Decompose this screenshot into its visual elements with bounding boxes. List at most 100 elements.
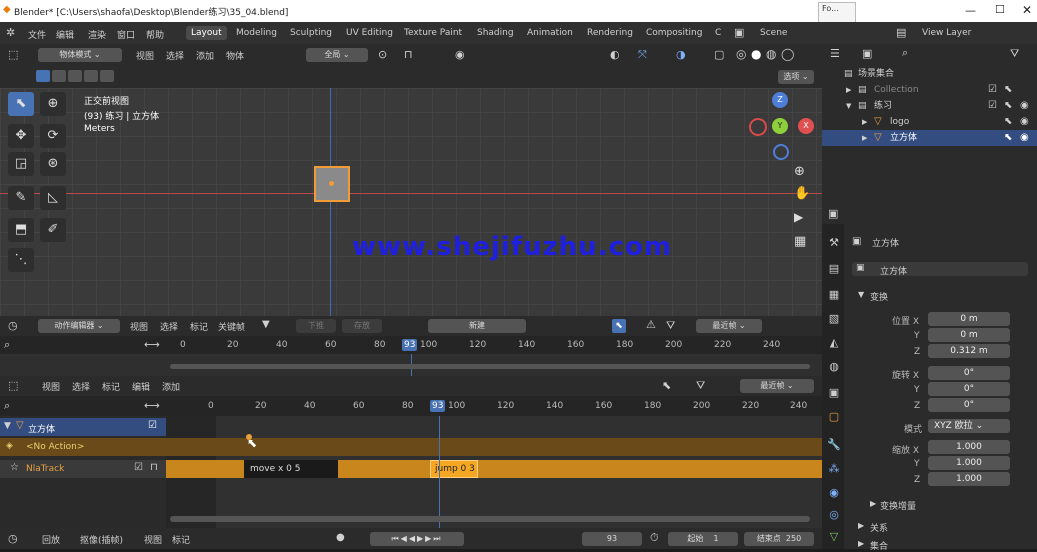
cube-expand-icon[interactable]: ▶ xyxy=(862,130,867,146)
nla-scrollbar[interactable] xyxy=(170,516,810,522)
camera-view-icon[interactable]: ▶ xyxy=(794,210,803,224)
modifier-tab-icon[interactable]: 🔧 xyxy=(826,438,842,454)
nla-search-icon[interactable]: ⌕ xyxy=(4,399,10,413)
output-tab-icon[interactable]: ▦ xyxy=(826,288,842,304)
dopesheet-current-frame[interactable]: 93 xyxy=(402,339,418,351)
outliner-editor-icon[interactable]: ☰ xyxy=(830,47,840,60)
timeline-menu-keying[interactable]: 抠像(插帧) xyxy=(80,533,123,546)
dopesheet-channels[interactable] xyxy=(0,354,822,376)
push-down-button[interactable]: 下推 xyxy=(296,319,336,333)
location-x-field[interactable]: 0 m xyxy=(928,312,1010,326)
practice-select-icon[interactable]: ⬉ xyxy=(1004,98,1012,114)
annotate-tool[interactable]: ✎ xyxy=(8,186,34,210)
outliner-display-icon[interactable]: ▣ xyxy=(862,47,872,60)
properties-editor-icon[interactable]: ▣ xyxy=(828,207,838,220)
overlay-icon[interactable]: ◑ xyxy=(676,48,686,61)
outliner-filter-icon[interactable]: ⛛ xyxy=(1010,47,1019,61)
practice-expand-icon[interactable]: ▼ xyxy=(846,98,851,114)
dopesheet-menu-view[interactable]: 视图 xyxy=(130,320,148,333)
select-mode-intersect-icon[interactable] xyxy=(100,70,114,82)
collections-expand-icon[interactable]: ▶ xyxy=(858,539,864,548)
dopesheet-mode-dropdown[interactable]: 动作编辑器 ⌄ xyxy=(38,319,120,333)
tab-modeling[interactable]: Modeling xyxy=(231,26,282,40)
logo-eye-icon[interactable]: ◉ xyxy=(1020,114,1029,130)
world-tab-icon[interactable]: ◍ xyxy=(826,360,842,376)
editor-type-icon[interactable]: ⬚ xyxy=(8,48,18,61)
nla-menu-edit[interactable]: 编辑 xyxy=(132,380,150,393)
select-box-tool[interactable]: ⬉ xyxy=(8,92,34,116)
timeline-menu-marker[interactable]: 标记 xyxy=(172,533,190,546)
menu-file[interactable]: 文件 xyxy=(28,28,46,41)
start-frame-field[interactable]: 起始 1 xyxy=(668,532,738,546)
playback-controls[interactable]: ⏮◀◀▶▶⏭ xyxy=(370,532,464,546)
outliner-cube[interactable]: ▶ ▽ 立方体 ⬉ ◉ xyxy=(822,130,1037,146)
tool-tab-icon[interactable]: ⚒ xyxy=(826,236,842,252)
add-cube-tool[interactable]: ⬒ xyxy=(8,218,34,242)
physics-tab-icon[interactable]: ◉ xyxy=(826,486,842,502)
rotation-mode-dropdown[interactable]: XYZ 欧拉 ⌄ xyxy=(928,419,1010,433)
tab-animation[interactable]: Animation xyxy=(522,26,578,40)
scale-z-field[interactable]: 1.000 xyxy=(928,472,1010,486)
stash-button[interactable]: 存放 xyxy=(342,319,382,333)
scene-tab-icon[interactable]: ◭ xyxy=(826,336,842,352)
nla-only-selected-icon[interactable]: ⬉ xyxy=(662,379,671,392)
menu-window[interactable]: 窗口 xyxy=(117,28,135,41)
nla-action-lane[interactable] xyxy=(166,438,822,456)
solid-shading-icon[interactable]: ● xyxy=(751,47,761,61)
view-layer-tab-icon[interactable]: ▧ xyxy=(826,312,842,328)
dopesheet-scrollbar[interactable] xyxy=(170,364,810,369)
rotation-x-field[interactable]: 0° xyxy=(928,366,1010,380)
data-tab-icon[interactable]: ▽ xyxy=(826,530,842,546)
practice-checkbox-icon[interactable]: ☑ xyxy=(988,98,997,114)
tab-more[interactable]: C xyxy=(710,26,726,40)
nla-no-action-row[interactable]: ◈ <No Action> xyxy=(0,438,166,456)
gizmo-icon[interactable]: ⤧ xyxy=(638,48,647,62)
collection-select-icon[interactable]: ⬉ xyxy=(1004,82,1012,98)
zoom-icon[interactable]: ⊕ xyxy=(794,164,805,179)
gizmo-z-axis[interactable]: Z xyxy=(772,92,788,108)
snap-nearest-frame-dropdown[interactable]: 最近帧 ⌄ xyxy=(696,319,762,333)
cube-eye-icon[interactable]: ◉ xyxy=(1020,130,1029,146)
relations-expand-icon[interactable]: ▶ xyxy=(858,521,864,530)
nla-track-checkbox-icon[interactable]: ☑ xyxy=(134,462,143,473)
tab-compositing[interactable]: Compositing xyxy=(641,26,707,40)
xray-icon[interactable]: ▢ xyxy=(714,48,724,61)
nla-track-row[interactable]: ☆ NlaTrack ☑ ⊓ xyxy=(0,460,166,478)
delta-transform-expand-icon[interactable]: ▶ xyxy=(870,499,876,508)
outliner-collection[interactable]: ▶ ▤ Collection ☑ ⬉ xyxy=(822,82,1037,98)
filter-icon[interactable]: ⛛ xyxy=(666,319,675,333)
warning-icon[interactable]: ⚠ xyxy=(646,318,656,331)
tab-shading[interactable]: Shading xyxy=(472,26,519,40)
menu-render[interactable]: 渲染 xyxy=(88,28,106,41)
transform-panel-title[interactable]: 变换 xyxy=(870,290,888,303)
close-icon[interactable]: ✕ xyxy=(1022,3,1032,17)
nla-menu-select[interactable]: 选择 xyxy=(72,380,90,393)
record-icon[interactable]: ● xyxy=(336,532,345,543)
stopwatch-icon[interactable]: ⏱ xyxy=(650,531,659,545)
dopesheet-menu-select[interactable]: 选择 xyxy=(160,320,178,333)
location-z-field[interactable]: 0.312 m xyxy=(928,344,1010,358)
timeline-menu-view[interactable]: 视图 xyxy=(144,533,162,546)
3d-viewport[interactable]: 正交前视图 (93) 练习 | 立方体 Meters www.shejifuzh… xyxy=(0,88,822,316)
action-browse-icon[interactable]: ▼ xyxy=(262,319,270,330)
nla-object-row[interactable]: ▼ ▽ 立方体 ☑ xyxy=(0,418,166,436)
collection-tab-icon[interactable]: ▣ xyxy=(826,386,842,402)
dopesheet-editor-icon[interactable]: ◷ xyxy=(8,319,18,332)
menu-edit[interactable]: 编辑 xyxy=(56,28,74,41)
menu-view[interactable]: 视图 xyxy=(136,49,154,62)
scale-x-field[interactable]: 1.000 xyxy=(928,440,1010,454)
view-layer-name[interactable]: View Layer xyxy=(922,28,971,38)
outliner-practice[interactable]: ▼ ▤ 练习 ☑ ⬉ ◉ xyxy=(822,98,1037,114)
render-tab-icon[interactable]: ▤ xyxy=(826,262,842,278)
snap-icon[interactable]: ⊓ xyxy=(404,48,413,61)
gizmo-y-axis[interactable]: Y xyxy=(772,118,788,134)
rendered-shading-icon[interactable]: ◯ xyxy=(781,47,794,61)
grid-toggle-icon[interactable]: ▦ xyxy=(794,234,806,249)
menu-add[interactable]: 添加 xyxy=(196,49,214,62)
only-selected-icon[interactable]: ⬉ xyxy=(612,319,626,333)
select-mode-subtract-icon[interactable] xyxy=(68,70,82,82)
scene-name[interactable]: Scene xyxy=(760,28,787,38)
gizmo-neg-z[interactable] xyxy=(773,144,789,160)
new-action-button[interactable]: 新建 xyxy=(428,319,526,333)
outliner-logo[interactable]: ▶ ▽ logo ⬉ ◉ xyxy=(822,114,1037,130)
